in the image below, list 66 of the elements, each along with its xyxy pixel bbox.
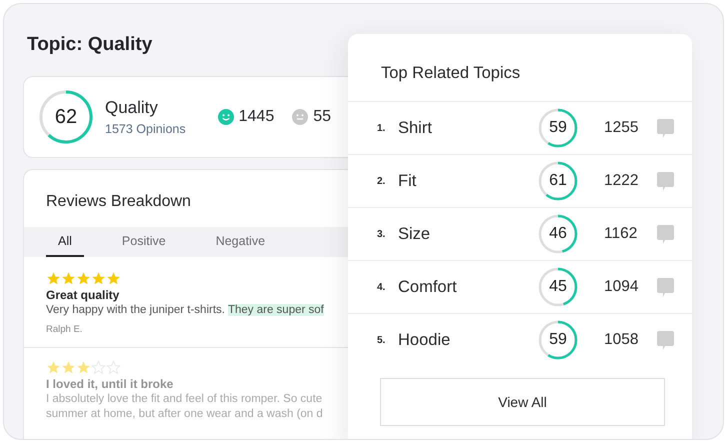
topic-row[interactable]: 2. Fit 61 1222 xyxy=(348,155,692,208)
score-ring xyxy=(538,320,578,360)
score-value: 46 xyxy=(549,225,567,243)
filled-star-icon xyxy=(76,360,91,375)
topic-name: Quality xyxy=(105,98,159,118)
filled-star-icon xyxy=(76,271,91,286)
score-value: 59 xyxy=(549,331,567,349)
score-value: 61 xyxy=(549,172,567,190)
score-value: 45 xyxy=(549,278,567,296)
review-author: Ralph E. xyxy=(46,324,84,335)
rank-number: 5. xyxy=(377,334,386,346)
neutral-count: 55 xyxy=(313,108,332,126)
speech-bubble-icon xyxy=(657,118,674,138)
filled-star-icon xyxy=(91,271,106,286)
review-title: Great quality xyxy=(46,288,120,302)
filled-star-icon xyxy=(61,271,76,286)
rank-number: 3. xyxy=(377,228,386,240)
score-ring xyxy=(39,90,93,144)
rank-number: 1. xyxy=(377,122,386,134)
mention-count: 1094 xyxy=(604,278,640,296)
card-title: Reviews Breakdown xyxy=(46,192,191,211)
topic-name: Comfort xyxy=(398,278,458,296)
filter-tab[interactable]: Negative xyxy=(204,227,278,257)
empty-star-icon xyxy=(106,360,121,375)
topic-name: Fit xyxy=(398,172,418,190)
score-value: 62 xyxy=(54,106,78,128)
filter-tab[interactable]: Positive xyxy=(110,227,178,257)
mention-count: 1162 xyxy=(604,225,638,243)
topic-row[interactable]: 1. Shirt 59 1255 xyxy=(348,102,692,155)
neutral-face-icon xyxy=(292,109,308,125)
filter-tab[interactable]: All xyxy=(46,227,84,257)
filled-star-icon xyxy=(106,271,121,286)
topic-row[interactable]: 3. Size 46 1162 xyxy=(348,208,692,261)
filled-star-icon xyxy=(46,271,61,286)
score-ring xyxy=(538,214,578,254)
mention-count: 1058 xyxy=(604,331,640,349)
highlighted-text: They are super sof xyxy=(228,304,324,316)
smiley-icon xyxy=(218,109,234,125)
positive-count: 1445 xyxy=(238,108,274,126)
review-text: summer at home, but after one wear and a wash (on d xyxy=(46,408,323,420)
score-ring xyxy=(538,267,578,307)
speech-bubble-icon xyxy=(657,330,674,350)
speech-bubble-icon xyxy=(657,172,674,190)
topic-name: Shirt xyxy=(398,118,433,138)
speech-bubble-icon xyxy=(657,278,674,296)
topic-row[interactable]: 4. Comfort 45 1094 xyxy=(348,261,692,314)
topic-name: Size xyxy=(398,224,432,244)
panel-title: Top Related Topics xyxy=(348,34,692,102)
rank-number: 2. xyxy=(377,176,386,186)
speech-bubble-icon xyxy=(657,224,674,244)
topic-row[interactable]: 5. Hoodie 59 1058 xyxy=(348,314,692,366)
filled-star-icon xyxy=(61,360,76,375)
score-value: 59 xyxy=(549,119,567,137)
review-title: I loved it, until it broke xyxy=(46,377,174,391)
score-ring xyxy=(538,161,578,201)
review-text: I absolutely love the fit and feel of this romper. So cute xyxy=(46,393,322,405)
rank-number: 4. xyxy=(377,282,386,292)
score-ring xyxy=(538,108,578,148)
review-text: Very happy with the juniper t-shirts. xyxy=(46,304,226,316)
page-title: Topic: Quality xyxy=(27,34,154,56)
topic-name: Hoodie xyxy=(398,330,452,350)
mention-count: 1255 xyxy=(604,119,640,137)
filled-star-icon xyxy=(46,360,61,375)
mention-count: 1222 xyxy=(604,172,640,190)
opinions-count: 1573 Opinions xyxy=(105,122,186,136)
view-all-button[interactable]: View All xyxy=(380,378,665,426)
